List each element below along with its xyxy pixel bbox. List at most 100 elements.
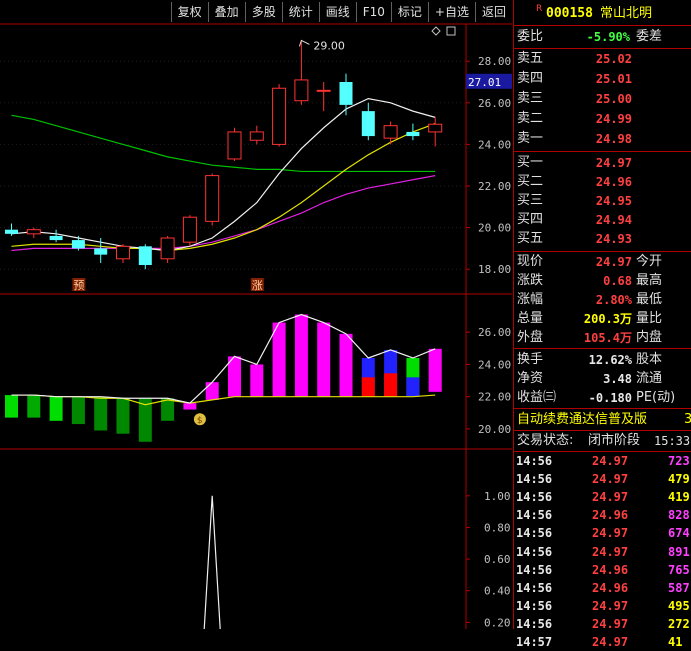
sell-label: 卖一 bbox=[517, 131, 544, 146]
stat-row-1: 净资 3.48 流通 bbox=[514, 369, 691, 389]
panel-sep bbox=[514, 348, 691, 349]
tick-price: 24.96 bbox=[592, 580, 629, 595]
tick-time: 14:57 bbox=[516, 635, 553, 649]
indicator-bar bbox=[317, 322, 331, 397]
tick-price: 24.97 bbox=[592, 616, 629, 631]
tick-volume: 587 bbox=[668, 580, 690, 595]
stat-label: 换手 bbox=[517, 352, 544, 367]
candle-body bbox=[138, 246, 152, 266]
buy-price: 24.93 bbox=[595, 232, 632, 246]
tick-volume: 891 bbox=[668, 544, 690, 559]
order-ratio-row: 委比 -5.90% 委差 bbox=[514, 27, 691, 47]
sell-row-4: 卖一 24.98 bbox=[514, 129, 691, 149]
tick-row-5: 14:56 24.97 891 bbox=[514, 543, 691, 561]
stat-value: 12.62% bbox=[588, 353, 632, 367]
indicator-bar bbox=[183, 403, 197, 410]
tick-volume: 272 bbox=[668, 616, 690, 631]
tick-time: 14:56 bbox=[516, 508, 553, 523]
buy-price: 24.96 bbox=[595, 175, 632, 189]
y-tick-label: 26.00 bbox=[478, 97, 511, 110]
tick-row-1: 14:56 24.97 479 bbox=[514, 470, 691, 488]
tick-row-2: 14:56 24.97 419 bbox=[514, 488, 691, 506]
quote-value: 0.68 bbox=[603, 274, 632, 288]
quote-label: 涨跌 bbox=[517, 273, 544, 288]
buy-row-4: 买五 24.93 bbox=[514, 229, 691, 249]
tick-row-9: 14:56 24.97 272 bbox=[514, 615, 691, 633]
tick-price: 24.96 bbox=[592, 508, 629, 523]
tick-volume: 495 bbox=[668, 598, 690, 613]
tick-volume: 674 bbox=[668, 526, 690, 541]
y-tick-label: 1.00 bbox=[484, 490, 511, 503]
tick-time: 14:56 bbox=[516, 598, 553, 613]
quote-label: 涨幅 bbox=[517, 292, 544, 307]
trade-state-row: 交易状态: 闭市阶段 15:33 bbox=[514, 431, 691, 451]
buy-label: 买二 bbox=[517, 174, 544, 189]
tick-price: 24.96 bbox=[592, 562, 629, 577]
indicator-bar-inner bbox=[406, 377, 420, 397]
quote-row-2: 涨幅 2.80% 最低 bbox=[514, 290, 691, 310]
tick-price: 24.97 bbox=[592, 635, 629, 649]
candle-body bbox=[383, 125, 398, 139]
quote-label: 总量 bbox=[517, 311, 544, 326]
stock-header: R 000158 常山北明 bbox=[514, 2, 691, 24]
banner-num: 3 bbox=[684, 412, 691, 427]
buy-label: 买三 bbox=[517, 193, 544, 208]
y-tick-label: 0.60 bbox=[484, 553, 511, 566]
tick-price: 24.97 bbox=[592, 544, 629, 559]
maximize-icon bbox=[446, 26, 456, 36]
candle-body bbox=[182, 216, 197, 243]
sell-row-3: 卖二 24.99 bbox=[514, 109, 691, 129]
tick-volume: 419 bbox=[668, 490, 690, 505]
current-price-label: 27.01 bbox=[468, 76, 501, 89]
candle-body bbox=[249, 131, 264, 141]
tick-time: 14:56 bbox=[516, 544, 553, 559]
chart-area[interactable]: 复权 叠加 多股 统计 画线 F10 标记 +自选 返回 28.00 26.00 24.00 22.0… bbox=[0, 0, 512, 629]
y-tick-label: 24.00 bbox=[478, 138, 511, 151]
candle-body bbox=[5, 229, 18, 234]
tick-volume: 723 bbox=[668, 454, 690, 468]
tick-row-4: 14:56 24.97 674 bbox=[514, 524, 691, 542]
tick-row-8: 14:56 24.97 495 bbox=[514, 597, 691, 615]
indicator-bar bbox=[250, 364, 264, 397]
sell-label: 卖二 bbox=[517, 111, 544, 126]
tick-time: 14:56 bbox=[516, 526, 553, 541]
tick-time: 14:56 bbox=[516, 616, 553, 631]
high-price-label: 29.00 bbox=[313, 39, 345, 52]
chart-svg[interactable]: 28.00 26.00 24.00 22.00 20.00 18.00 29.00 27.01… bbox=[0, 0, 512, 629]
candle-body bbox=[227, 131, 242, 160]
indicator-bar bbox=[49, 396, 63, 421]
tick-row-0: 14:56 24.97 723 bbox=[514, 452, 691, 470]
stat-label2: 流通 bbox=[636, 371, 663, 386]
indicator-bar bbox=[294, 314, 308, 397]
candle-body bbox=[272, 87, 287, 145]
buy-label: 买五 bbox=[517, 231, 544, 246]
panel-sep bbox=[514, 25, 691, 26]
indicator-bar bbox=[71, 396, 85, 425]
quote-label2: 最高 bbox=[636, 273, 663, 288]
y-tick-label: 20.00 bbox=[478, 423, 511, 436]
panel-sep bbox=[514, 151, 691, 152]
y-tick-label: 0.40 bbox=[484, 585, 511, 598]
tick-time: 14:56 bbox=[516, 454, 553, 468]
indicator-bar bbox=[205, 382, 219, 400]
money-bag-glyph: $ bbox=[197, 416, 203, 426]
sell-price: 25.02 bbox=[595, 52, 632, 66]
stat-value: -0.180 bbox=[588, 391, 632, 405]
candle-body bbox=[94, 248, 108, 255]
stock-name: 常山北明 bbox=[600, 6, 653, 21]
tick-row-3: 14:56 24.96 828 bbox=[514, 506, 691, 524]
y-tick-label: 22.00 bbox=[478, 180, 511, 193]
order-diff-label: 委差 bbox=[636, 29, 663, 44]
candle-body bbox=[160, 237, 175, 260]
indicator-bar-inner bbox=[361, 377, 375, 397]
stat-label: 净资 bbox=[517, 371, 544, 386]
sell-label: 卖三 bbox=[517, 91, 544, 106]
quote-row-1: 涨跌 0.68 最高 bbox=[514, 271, 691, 291]
y-tick-label: 20.00 bbox=[478, 222, 511, 235]
candle-body bbox=[116, 245, 130, 260]
tick-price: 24.97 bbox=[592, 490, 629, 505]
indicator-bar bbox=[94, 396, 108, 431]
indicator-bar bbox=[116, 398, 130, 434]
quote-value: 2.80% bbox=[595, 293, 632, 307]
trade-state-label: 交易状态: bbox=[517, 433, 574, 448]
